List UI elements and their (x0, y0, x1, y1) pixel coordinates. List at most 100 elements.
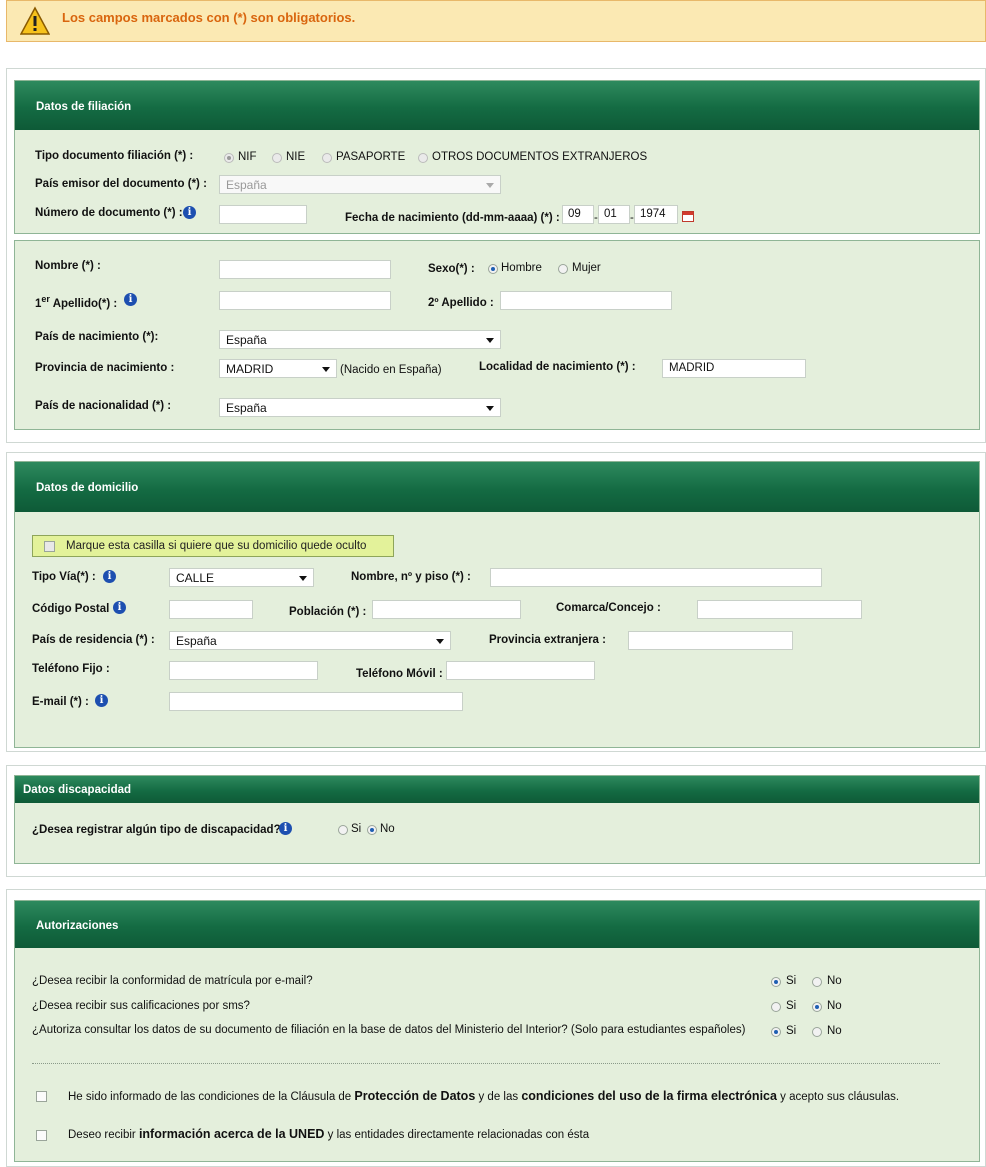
radio-pasaporte-label: PASAPORTE (336, 151, 406, 163)
filiacion-header: Datos de filiación (15, 81, 979, 130)
pais-emisor-select[interactable]: España (219, 175, 501, 194)
radio-nif[interactable] (224, 153, 234, 163)
autorizacion-question: ¿Desea recibir la conformidad de matrícu… (32, 975, 313, 987)
pais-nacimiento-value: España (226, 333, 267, 347)
chevron-down-icon (486, 406, 494, 411)
nombre-input[interactable] (219, 260, 391, 279)
chevron-down-icon (486, 183, 494, 188)
radio-mujer[interactable] (558, 264, 568, 274)
nombre-piso-label: Nombre, nº y piso (*) : (351, 571, 471, 583)
primer-apellido-text: Apellido(*) : (49, 297, 118, 310)
fecha-dia-input[interactable]: 09 (562, 205, 594, 224)
provincia-nacimiento-select[interactable]: MADRID (219, 359, 337, 378)
radio-sms-si[interactable] (771, 1002, 781, 1012)
proteccion-datos-link[interactable]: Protección de Datos (354, 1089, 475, 1103)
provincia-nacimiento-label: Provincia de nacimiento : (35, 362, 175, 374)
warning-icon (20, 6, 50, 35)
chevron-down-icon (322, 367, 330, 372)
nombre-piso-input[interactable] (490, 568, 822, 587)
localidad-nacimiento-label: Localidad de nacimiento (*) : (479, 361, 636, 373)
fecha-anio-input[interactable]: 1974 (634, 205, 678, 224)
comarca-input[interactable] (697, 600, 862, 619)
primer-apellido-label: 1er Apellido(*) : (35, 294, 117, 310)
radio-no-label: No (827, 1025, 842, 1037)
proteccion-text: y acepto sus cláusulas. (776, 1091, 900, 1103)
radio-conformidad-no[interactable] (812, 977, 822, 987)
info-icon[interactable]: i (124, 293, 137, 306)
info-icon[interactable]: i (183, 206, 196, 219)
radio-sms-no[interactable] (812, 1002, 822, 1012)
discapacidad-panel: Datos discapacidad (14, 775, 980, 864)
codigo-postal-label: Código Postal (32, 603, 110, 615)
info-uned-checkbox[interactable] (36, 1130, 47, 1141)
radio-nie-label: NIE (286, 151, 306, 163)
primer-apellido-input[interactable] (219, 291, 391, 310)
radio-discapacidad-si-label: Si (351, 823, 362, 835)
radio-otros[interactable] (418, 153, 428, 163)
comarca-label: Comarca/Concejo : (556, 602, 661, 614)
autorizaciones-header: Autorizaciones (15, 901, 979, 948)
ocultar-domicilio-checkbox[interactable] (44, 541, 55, 552)
pais-nacimiento-label: País de nacimiento (*): (35, 331, 159, 343)
tipo-via-label: Tipo Vía(*) : (32, 571, 96, 583)
chevron-down-icon (436, 639, 444, 644)
pais-emisor-label: País emisor del documento (*) : (35, 178, 207, 190)
radio-nif-label: NIF (238, 151, 257, 163)
pais-residencia-label: País de residencia (*) : (32, 634, 155, 646)
radio-si-label: Si (786, 1025, 797, 1037)
info-uned-link[interactable]: información acerca de la UNED (139, 1127, 324, 1141)
radio-discapacidad-si[interactable] (338, 825, 348, 835)
segundo-apellido-label: 2º Apellido : (428, 297, 494, 309)
telefono-fijo-input[interactable] (169, 661, 318, 680)
proteccion-text: He sido informado de las condiciones de … (68, 1091, 355, 1103)
proteccion-text: y de las (475, 1091, 522, 1103)
email-input[interactable] (169, 692, 463, 711)
radio-no-label: No (827, 975, 842, 987)
radio-discapacidad-no-label: No (380, 823, 395, 835)
radio-pasaporte[interactable] (322, 153, 332, 163)
radio-interior-si[interactable] (771, 1027, 781, 1037)
proteccion-datos-label: He sido informado de las condiciones de … (68, 1089, 899, 1103)
provincia-extranjera-input[interactable] (628, 631, 793, 650)
radio-conformidad-si[interactable] (771, 977, 781, 987)
info-uned-label: Deseo recibir información acerca de la U… (68, 1127, 589, 1141)
warning-text: Los campos marcados con (*) son obligato… (62, 10, 356, 25)
info-icon[interactable]: i (95, 694, 108, 707)
segundo-apellido-input[interactable] (500, 291, 672, 310)
info-icon[interactable]: i (279, 822, 292, 835)
radio-hombre-label: Hombre (501, 262, 542, 274)
telefono-movil-input[interactable] (446, 661, 595, 680)
codigo-postal-input[interactable] (169, 600, 253, 619)
sexo-label: Sexo(*) : (428, 263, 475, 275)
numero-documento-input[interactable] (219, 205, 307, 224)
localidad-nacimiento-input[interactable]: MADRID (662, 359, 806, 378)
tipo-documento-label: Tipo documento filiación (*) : (35, 150, 194, 162)
poblacion-input[interactable] (372, 600, 521, 619)
radio-discapacidad-no[interactable] (367, 825, 377, 835)
tipo-via-select[interactable]: CALLE (169, 568, 314, 587)
info-icon[interactable]: i (103, 570, 116, 583)
nacido-espana-note: (Nacido en España) (340, 364, 442, 376)
calendar-icon[interactable] (682, 211, 694, 222)
radio-hombre[interactable] (488, 264, 498, 274)
fecha-mes-input[interactable]: 01 (598, 205, 630, 224)
tipo-via-value: CALLE (176, 571, 215, 585)
fecha-nacimiento-label: Fecha de nacimiento (dd-mm-aaaa) (*) : (345, 212, 560, 224)
proteccion-datos-checkbox[interactable] (36, 1091, 47, 1102)
radio-otros-label: OTROS DOCUMENTOS EXTRANJEROS (432, 151, 648, 163)
domicilio-header: Datos de domicilio (15, 462, 979, 512)
primer-apellido-sup: er (41, 294, 50, 304)
info-icon[interactable]: i (113, 601, 126, 614)
info-uned-text: Deseo recibir (68, 1129, 139, 1141)
provincia-nacimiento-value: MADRID (226, 362, 274, 376)
firma-electronica-link[interactable]: condiciones del uso de la firma electrón… (521, 1089, 777, 1103)
discapacidad-question: ¿Desea registrar algún tipo de discapaci… (32, 824, 281, 836)
provincia-extranjera-label: Provincia extranjera : (489, 634, 606, 646)
chevron-down-icon (299, 576, 307, 581)
radio-interior-no[interactable] (812, 1027, 822, 1037)
pais-nacimiento-select[interactable]: España (219, 330, 501, 349)
pais-residencia-select[interactable]: España (169, 631, 451, 650)
autorizacion-question: ¿Autoriza consultar los datos de su docu… (32, 1024, 746, 1036)
radio-nie[interactable] (272, 153, 282, 163)
nacionalidad-select[interactable]: España (219, 398, 501, 417)
